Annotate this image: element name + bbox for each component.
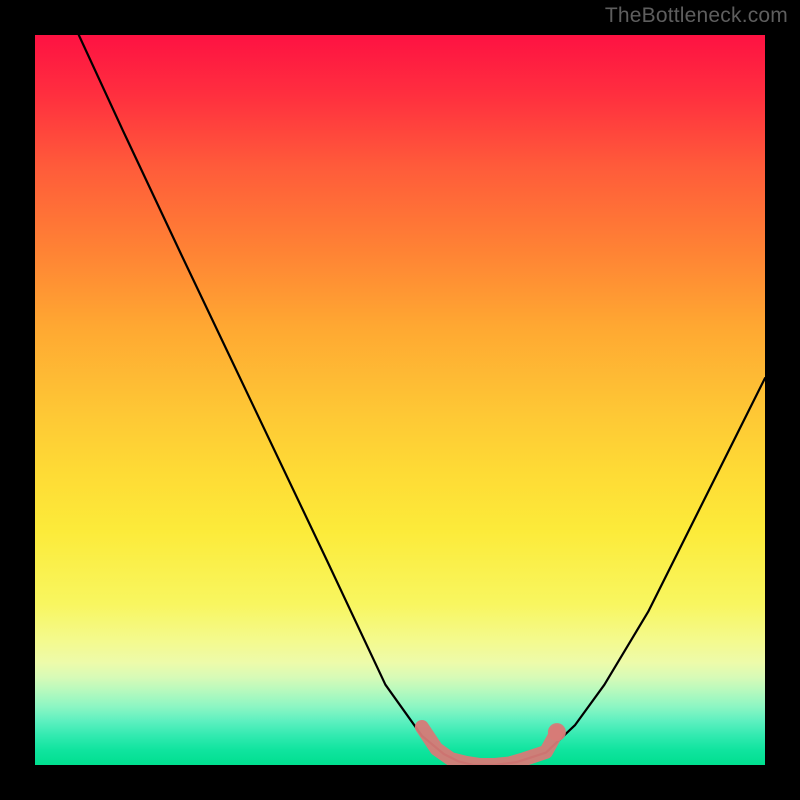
highlight-dot bbox=[548, 723, 566, 741]
chart-svg bbox=[35, 35, 765, 765]
plot-area bbox=[35, 35, 765, 765]
highlight-band-path bbox=[422, 727, 557, 765]
bottleneck-curve-path bbox=[79, 35, 765, 765]
watermark-text: TheBottleneck.com bbox=[605, 4, 788, 28]
